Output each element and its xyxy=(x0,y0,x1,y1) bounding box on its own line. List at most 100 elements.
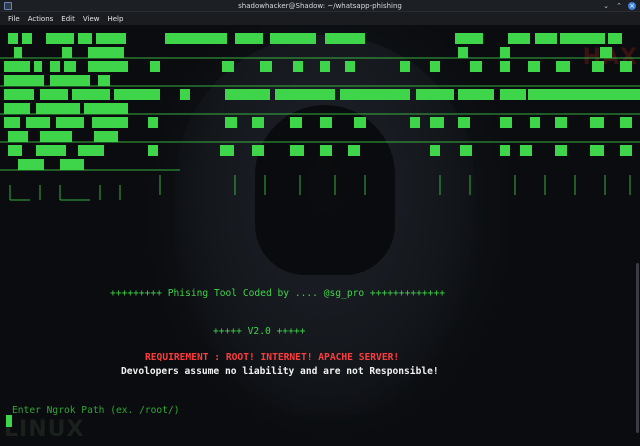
ascii-art-block xyxy=(225,117,237,128)
ascii-art-block xyxy=(78,33,92,44)
ascii-art-block xyxy=(455,33,483,44)
wallpaper-watermark-bottom: LINUX xyxy=(4,417,85,442)
ascii-art-block xyxy=(528,61,540,72)
ascii-art-block xyxy=(620,117,632,128)
ascii-art-block xyxy=(590,117,604,128)
ascii-art-block xyxy=(325,33,365,44)
ascii-art-block xyxy=(528,89,640,100)
ascii-art-block xyxy=(8,33,18,44)
ascii-art-block xyxy=(520,145,532,156)
ascii-art-block xyxy=(96,33,126,44)
ascii-art-block xyxy=(4,117,20,128)
ascii-art-block xyxy=(78,145,104,156)
menu-view[interactable]: View xyxy=(83,15,100,23)
ascii-art-block xyxy=(354,117,366,128)
ascii-art-block xyxy=(348,145,360,156)
ascii-art-block xyxy=(458,117,470,128)
ascii-art-block xyxy=(220,145,234,156)
ascii-art-block xyxy=(555,145,567,156)
ascii-art-block xyxy=(94,131,118,142)
ascii-art-block xyxy=(165,33,227,44)
window-controls: ⌄ ⌃ × xyxy=(602,2,636,10)
ascii-art-block xyxy=(290,117,302,128)
ascii-art-block xyxy=(290,145,304,156)
ascii-art-block xyxy=(416,89,454,100)
ascii-art-block xyxy=(36,145,66,156)
menu-file[interactable]: File xyxy=(8,15,20,23)
ascii-art-block xyxy=(530,117,540,128)
ascii-art-block xyxy=(180,89,190,100)
window-title: shadowhacker@Shadow: ~/whatsapp-phishing xyxy=(238,1,402,10)
ascii-art-block xyxy=(8,145,22,156)
ascii-art-block xyxy=(40,131,72,142)
ascii-art-block xyxy=(60,159,84,170)
ascii-art-block xyxy=(508,33,530,44)
ascii-art-banner xyxy=(0,33,640,201)
ascii-art-block xyxy=(535,33,557,44)
ascii-art-block xyxy=(555,117,567,128)
ascii-art-block xyxy=(430,117,444,128)
ascii-art-block xyxy=(222,61,234,72)
ascii-art-block xyxy=(500,117,512,128)
ascii-art-block xyxy=(235,33,263,44)
ascii-art-block xyxy=(430,61,440,72)
ascii-art-block xyxy=(430,145,440,156)
ascii-art-block xyxy=(275,89,335,100)
menu-actions[interactable]: Actions xyxy=(28,15,54,23)
ascii-art-block xyxy=(460,145,472,156)
ascii-art-block xyxy=(600,47,612,58)
ascii-art-block xyxy=(252,145,264,156)
ascii-art-block xyxy=(92,117,128,128)
ascii-art-block xyxy=(62,47,72,58)
close-icon[interactable]: × xyxy=(628,2,636,10)
ascii-art-block xyxy=(470,61,482,72)
ascii-art-block xyxy=(84,103,128,114)
ascii-art-block xyxy=(620,61,632,72)
ascii-art-block xyxy=(150,61,160,72)
terminal-output[interactable]: HAX LINUX +++++++++ Phising Tool Coded b… xyxy=(0,25,640,446)
terminal-app-icon xyxy=(4,2,12,10)
ascii-art-block xyxy=(320,61,330,72)
minimize-icon[interactable]: ⌄ xyxy=(602,2,610,10)
ascii-art-block xyxy=(88,47,124,58)
ascii-art-block xyxy=(592,61,604,72)
ascii-art-block xyxy=(4,103,30,114)
ascii-art-block xyxy=(26,117,50,128)
ascii-art-block xyxy=(345,61,355,72)
ascii-art-block xyxy=(458,89,494,100)
ascii-art-block xyxy=(252,117,264,128)
ascii-art-block xyxy=(410,117,420,128)
ascii-art-block xyxy=(500,89,526,100)
menu-help[interactable]: Help xyxy=(107,15,123,23)
maximize-icon[interactable]: ⌃ xyxy=(615,2,623,10)
ascii-art-block xyxy=(36,103,80,114)
ascii-art-block xyxy=(320,145,332,156)
ascii-art-block xyxy=(22,33,32,44)
menu-bar: File Actions Edit View Help xyxy=(0,12,640,25)
ascii-art-block xyxy=(72,89,110,100)
ascii-art-block xyxy=(114,89,160,100)
terminal-scrollbar[interactable] xyxy=(636,263,639,433)
ascii-art-block xyxy=(590,145,604,156)
ascii-art-block xyxy=(64,61,76,72)
terminal-cursor[interactable] xyxy=(6,415,12,427)
ascii-art-block xyxy=(293,61,303,72)
ascii-art-block xyxy=(148,145,158,156)
window-titlebar: shadowhacker@Shadow: ~/whatsapp-phishing… xyxy=(0,0,640,12)
ascii-art-block xyxy=(458,47,468,58)
ascii-art-block xyxy=(608,33,622,44)
ascii-art-block xyxy=(88,61,128,72)
ascii-art-block xyxy=(4,75,44,86)
ascii-art-block xyxy=(320,117,332,128)
ascii-art-block xyxy=(340,89,410,100)
ascii-art-block xyxy=(4,89,34,100)
ascii-art-block xyxy=(560,33,605,44)
ascii-art-block xyxy=(500,145,510,156)
menu-edit[interactable]: Edit xyxy=(61,15,75,23)
ascii-art-block xyxy=(4,61,30,72)
version-line: +++++ V2.0 +++++ xyxy=(213,326,306,337)
ascii-art-block xyxy=(270,33,316,44)
requirement-line: REQUIREMENT : ROOT! INTERNET! APACHE SER… xyxy=(145,352,400,363)
ngrok-path-prompt: Enter Ngrok Path (ex. /root/) xyxy=(12,405,180,416)
ascii-art-block xyxy=(50,75,90,86)
